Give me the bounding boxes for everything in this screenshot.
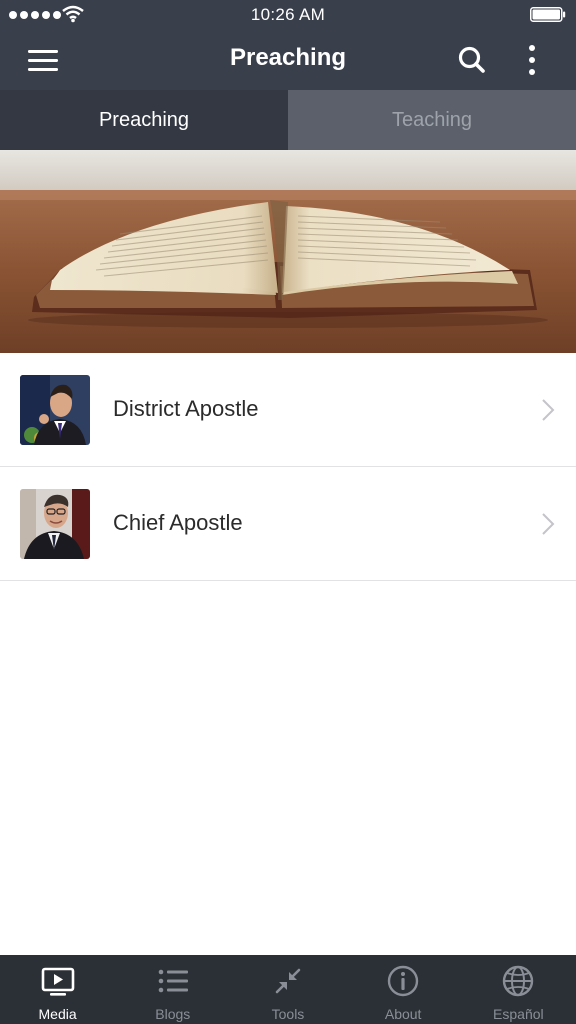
navigation-bar: Preaching: [0, 30, 576, 90]
list-item-chief-apostle[interactable]: Chief Apostle: [0, 467, 576, 581]
tabbar-label: About: [384, 1006, 422, 1022]
district-apostle-photo: [20, 375, 90, 445]
more-vertical-icon[interactable]: [516, 42, 548, 78]
status-time: 10:26 AM: [250, 5, 326, 24]
info-icon: [387, 965, 419, 997]
tabbar-label: Media: [38, 1006, 77, 1022]
chevron-right-icon: [542, 513, 555, 535]
bottom-tab-bar: Media Blogs Tools About Español: [0, 955, 576, 1024]
tabbar-item-espanol[interactable]: Español: [461, 955, 576, 1024]
tabbar-item-about[interactable]: About: [346, 955, 461, 1024]
list-item-label: Chief Apostle: [113, 510, 243, 535]
media-play-icon: [41, 967, 74, 996]
tools-compress-icon: [275, 968, 301, 994]
app-screen: 10:26 AM Preaching Preaching Teaching Di…: [0, 0, 576, 1024]
top-bar: 10:26 AM Preaching: [0, 0, 576, 90]
search-icon[interactable]: [454, 42, 490, 78]
status-bar: 10:26 AM: [0, 0, 576, 30]
tabbar-label: Tools: [271, 1006, 305, 1022]
tabbar-label: Blogs: [155, 1006, 191, 1022]
tabbar-label: Español: [493, 1006, 544, 1022]
globe-icon: [503, 965, 534, 997]
segmented-tabs: Preaching Teaching: [0, 90, 576, 150]
open-book-image: [0, 150, 576, 353]
list-icon: [158, 969, 188, 993]
list-item-district-apostle[interactable]: District Apostle: [0, 353, 576, 467]
chief-apostle-photo: [20, 489, 90, 559]
list-item-label: District Apostle: [113, 396, 259, 421]
hamburger-menu-icon[interactable]: [24, 42, 64, 78]
tabbar-item-tools[interactable]: Tools: [230, 955, 345, 1024]
battery-icon: [530, 7, 566, 22]
tab-preaching[interactable]: Preaching: [0, 90, 288, 150]
tabbar-item-blogs[interactable]: Blogs: [115, 955, 230, 1024]
tab-teaching[interactable]: Teaching: [288, 90, 576, 150]
tabbar-item-media[interactable]: Media: [0, 955, 115, 1024]
apostle-list: District Apostle Chief Apostle: [0, 353, 576, 581]
chevron-right-icon: [542, 399, 555, 421]
